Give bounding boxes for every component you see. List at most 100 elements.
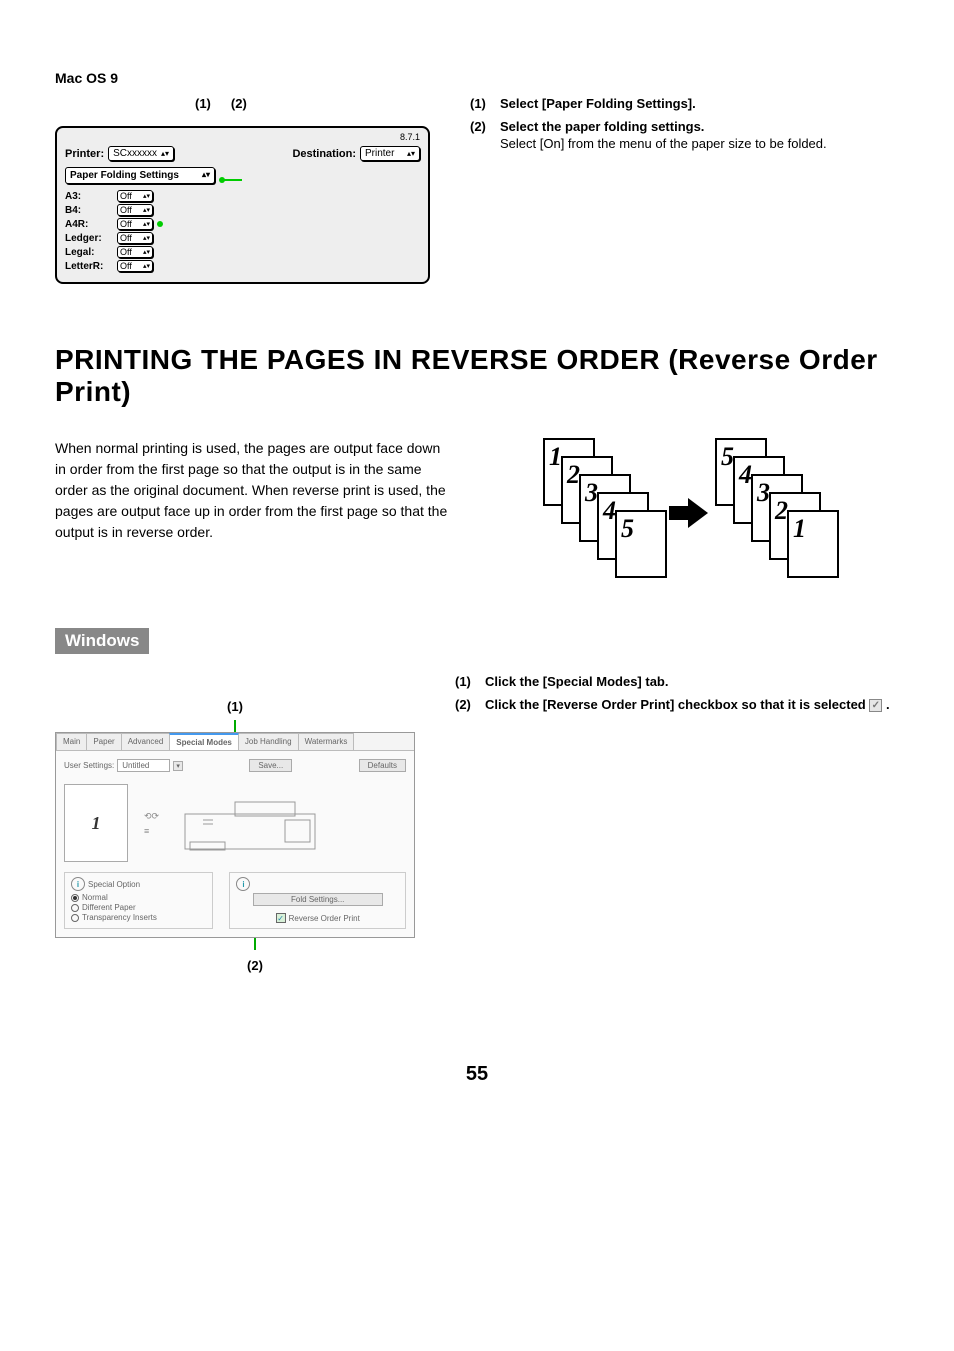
size-select[interactable]: Off ▴▾ (117, 246, 153, 258)
select-arrows-icon: ▴▾ (143, 248, 150, 256)
sheet-num: 1 (793, 514, 806, 544)
radio-label: Normal (82, 893, 108, 902)
instruction-title: Select [Paper Folding Settings]. (500, 96, 696, 111)
user-settings-value[interactable]: Untitled (117, 759, 170, 772)
size-select[interactable]: Off▴▾ (117, 260, 153, 272)
select-arrows-icon: ▴▾ (202, 170, 210, 181)
page-number: 55 (55, 1063, 899, 1086)
size-row-b4: B4: Off▴▾ (65, 204, 420, 216)
options-row: iSpecial Option Normal Different Paper T… (64, 868, 406, 929)
mac-version: 8.7.1 (400, 132, 420, 142)
instruction-body: Select [On] from the menu of the paper s… (500, 136, 899, 151)
align-icon: ≡ (144, 826, 159, 836)
size-value: Off (120, 247, 132, 257)
sheet-num: 5 (621, 514, 634, 544)
radio-label: Transparency Inserts (82, 913, 157, 922)
instruction-title: Click the [Reverse Order Print] checkbox… (485, 697, 890, 712)
destination-select[interactable]: Printer ▴▾ (360, 146, 420, 161)
printer-illustration (175, 784, 335, 862)
size-select[interactable]: Off ▴▾ (117, 190, 153, 202)
select-arrows-icon: ▴▾ (161, 151, 169, 157)
select-arrows-icon: ▴▾ (143, 234, 150, 242)
defaults-button[interactable]: Defaults (359, 759, 406, 772)
windows-section: (1) Main Paper Advanced Special Modes Jo… (55, 674, 899, 973)
paper-folding-label: Paper Folding Settings (70, 170, 179, 181)
fold-group: i Fold Settings... ✓ Reverse Order Print (229, 872, 406, 929)
radio-label: Different Paper (82, 903, 136, 912)
printer-label: Printer: (65, 148, 104, 160)
callout-line (224, 179, 242, 181)
size-select[interactable]: Off ▴▾ (117, 204, 153, 216)
size-select[interactable]: Off▴▾ (117, 218, 153, 230)
size-value: Off (120, 261, 132, 271)
mac-instructions: (1) Select [Paper Folding Settings]. (2)… (470, 96, 899, 159)
size-value: Off (120, 233, 132, 243)
page-stack-after: 5 4 3 2 1 (715, 438, 835, 588)
mac-callout-1: (1) (195, 96, 211, 111)
size-label: LetterR: (65, 261, 113, 272)
instruction-number: (1) (455, 674, 485, 689)
special-option-group: iSpecial Option Normal Different Paper T… (64, 872, 213, 929)
reverse-diagram: 1 2 3 4 5 5 4 3 2 1 (479, 438, 899, 588)
reverse-order-checkbox[interactable]: ✓ Reverse Order Print (236, 912, 399, 924)
main-heading: PRINTING THE PAGES IN REVERSE ORDER (Rev… (55, 344, 899, 408)
destination-label: Destination: (292, 148, 356, 160)
reverse-section: When normal printing is used, the pages … (55, 438, 899, 588)
mac-dialog-container: (1) (2) 8.7.1 Printer: SCxxxxxx ▴▾ Desti… (55, 96, 430, 284)
mac-callout-2: (2) (231, 96, 247, 111)
printer-select[interactable]: SCxxxxxx ▴▾ (108, 146, 174, 161)
size-value: Off (120, 219, 132, 229)
user-settings-label: User Settings: (64, 761, 114, 770)
select-arrows-icon: ▴▾ (407, 151, 415, 157)
save-button[interactable]: Save... (249, 759, 292, 772)
size-value: Off (120, 205, 132, 215)
win-instruction-1: (1) Click the [Special Modes] tab. (455, 674, 899, 689)
windows-instructions: (1) Click the [Special Modes] tab. (2) C… (455, 674, 899, 720)
preview-row: 1 ⟲⟳ ≡ (64, 778, 406, 868)
checkbox-icon (869, 699, 882, 712)
user-settings-row: User Settings: Untitled ▾ Save... Defaul… (64, 759, 406, 778)
info-icon: i (236, 877, 250, 891)
size-value: Off (120, 191, 132, 201)
radio-transparency[interactable]: Transparency Inserts (71, 913, 206, 922)
select-arrows-icon: ▴▾ (143, 206, 150, 214)
reverse-paragraph: When normal printing is used, the pages … (55, 438, 449, 543)
preview-icons: ⟲⟳ ≡ (144, 811, 159, 836)
fold-settings-button[interactable]: Fold Settings... (253, 893, 383, 906)
win-instruction-2: (2) Click the [Reverse Order Print] chec… (455, 697, 899, 712)
radio-normal[interactable]: Normal (71, 893, 206, 902)
tab-special-modes[interactable]: Special Modes (169, 733, 239, 750)
tab-watermarks[interactable]: Watermarks (298, 733, 355, 750)
instruction-title: Select the paper folding settings. (500, 119, 704, 134)
size-select[interactable]: Off ▴▾ (117, 232, 153, 244)
size-row-a3: A3: Off ▴▾ (65, 190, 420, 202)
tab-job-handling[interactable]: Job Handling (238, 733, 299, 750)
radio-icon (71, 894, 79, 902)
macos-heading: Mac OS 9 (55, 70, 899, 86)
dropdown-icon[interactable]: ▾ (173, 761, 183, 771)
size-row-letterr: LetterR: Off▴▾ (65, 260, 420, 272)
instruction-number: (2) (455, 697, 485, 712)
tab-main[interactable]: Main (56, 733, 87, 750)
instruction-title: Click the [Special Modes] tab. (485, 674, 669, 689)
tab-advanced[interactable]: Advanced (121, 733, 171, 750)
info-icon: i (71, 877, 85, 891)
mac-section: (1) (2) 8.7.1 Printer: SCxxxxxx ▴▾ Desti… (55, 96, 899, 284)
radio-different-paper[interactable]: Different Paper (71, 903, 206, 912)
paper-folding-select[interactable]: Paper Folding Settings ▴▾ (65, 167, 215, 184)
sheet: 1 (787, 510, 839, 578)
mac-instruction-1: (1) Select [Paper Folding Settings]. (470, 96, 899, 111)
instruction-text: Click the [Reverse Order Print] checkbox… (485, 697, 869, 712)
arrow-icon (669, 498, 709, 528)
windows-heading: Windows (55, 628, 149, 654)
preview-page-num: 1 (92, 813, 101, 834)
radio-icon (71, 914, 79, 922)
mac-print-dialog: 8.7.1 Printer: SCxxxxxx ▴▾ Destination: … (55, 126, 430, 284)
select-arrows-icon: ▴▾ (143, 192, 150, 200)
win-callout-bottom: (2) (95, 958, 415, 973)
checkbox-label: Reverse Order Print (289, 914, 360, 923)
size-label: A3: (65, 191, 113, 202)
group-title: Special Option (88, 880, 140, 889)
tab-paper[interactable]: Paper (86, 733, 121, 750)
size-row-a4r: A4R: Off▴▾ (65, 218, 420, 230)
